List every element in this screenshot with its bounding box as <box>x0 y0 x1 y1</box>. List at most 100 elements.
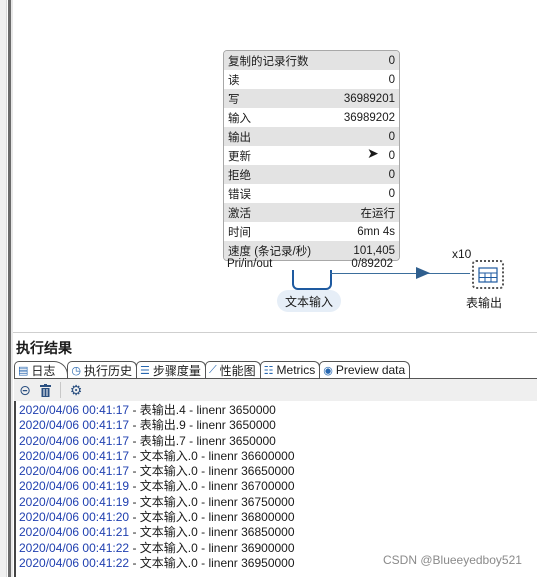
watermark: CSDN @Blueeyedboy521 <box>383 553 522 567</box>
log-time: 2020/04/06 00:41:17 <box>19 403 130 417</box>
stat-row: 写 36989201 <box>224 89 399 108</box>
settings-gear-icon[interactable]: ⚙ <box>68 382 84 398</box>
log-message: - 文本输入.0 - linenr 36650000 <box>129 464 295 479</box>
stat-value: 36989202 <box>343 111 395 124</box>
left-panel-edge <box>0 0 7 577</box>
stat-label: 错误 <box>228 188 251 201</box>
log-time: 2020/04/06 00:41:17 <box>19 464 130 479</box>
log-message: - 文本输入.0 - linenr 36750000 <box>129 494 295 509</box>
stat-label: 激活 <box>228 207 251 220</box>
tab-metrics[interactable]: ☷ Metrics <box>259 361 321 378</box>
mouse-cursor-icon: ➤ <box>367 145 379 161</box>
log-icon: ▤ <box>18 364 29 377</box>
table-output-icon[interactable] <box>472 260 504 289</box>
stat-row: 错误 0 <box>224 184 399 203</box>
log-message: - 文本输入.0 - linenr 36900000 <box>129 540 295 555</box>
performance-chart-icon: ⟋ <box>208 363 217 376</box>
stat-value: 在运行 <box>360 207 396 220</box>
log-line: 2020/04/06 00:41:17 - 表输出.7 - linenr 365… <box>19 434 537 449</box>
stat-label: 复制的记录行数 <box>228 55 309 68</box>
log-time: 2020/04/06 00:41:19 <box>19 479 130 494</box>
stat-row: 激活 在运行 <box>224 203 399 222</box>
tab-performance[interactable]: ⟋ 性能图 <box>204 361 261 378</box>
tab-step-metrics[interactable]: ☰ 步骤度量 <box>136 361 206 378</box>
log-line: 2020/04/06 00:41:17 - 表输出.4 - linenr 365… <box>19 403 537 418</box>
tab-label: 执行历史 <box>84 363 133 378</box>
results-title: 执行结果 <box>16 340 72 356</box>
stat-label: 输出 <box>228 131 251 144</box>
stat-value: 6mn 4s <box>357 225 395 238</box>
tab-label: 性能图 <box>219 363 256 378</box>
stat-label: 写 <box>228 93 240 106</box>
pri-in-out-row: Pri/in/out 0/89202 <box>227 258 393 270</box>
stat-row: 读0 <box>224 70 399 89</box>
log-time: 2020/04/06 00:41:17 <box>19 418 130 433</box>
log-message: - 文本输入.0 - linenr 36600000 <box>129 448 295 463</box>
stat-label: 时间 <box>228 226 251 239</box>
stat-value: 0 <box>388 54 395 67</box>
stat-label: 速度 (条记录/秒) <box>228 245 312 258</box>
log-line: 2020/04/06 00:41:21 - 文本输入.0 - linenr 36… <box>19 525 537 540</box>
log-message: - 表输出.7 - linenr 3650000 <box>129 433 276 448</box>
stat-row: 输入 36989202 <box>224 108 399 127</box>
log-message: - 表输出.9 - linenr 3650000 <box>129 418 276 433</box>
log-time: 2020/04/06 00:41:22 <box>19 540 130 555</box>
stat-value: 0 <box>388 187 395 200</box>
log-time: 2020/04/06 00:41:22 <box>19 555 130 570</box>
tab-label: 日志 <box>31 363 56 378</box>
stat-value: 0 <box>388 73 395 86</box>
history-icon: ◷ <box>71 364 82 377</box>
tab-history[interactable]: ◷ 执行历史 <box>67 361 138 378</box>
metrics-icon: ☷ <box>263 364 274 377</box>
pri-value: 0/89202 <box>351 258 393 270</box>
log-line: 2020/04/06 00:41:17 - 文本输入.0 - linenr 36… <box>19 464 537 479</box>
toolbar-separator <box>60 382 61 398</box>
log-line: 2020/04/06 00:41:17 - 表输出.9 - linenr 365… <box>19 418 537 433</box>
clear-log-icon[interactable]: ⊝ <box>17 382 33 398</box>
step-metrics-icon: ☰ <box>140 364 150 377</box>
hop-arrow-icon <box>416 267 430 279</box>
source-step-label[interactable]: 文本输入 <box>277 290 341 312</box>
stat-row: 拒绝 0 <box>224 165 399 184</box>
results-tabbar: ▤ 日志 ◷ 执行历史 ☰ 步骤度量 ⟋ 性能图 ☷ Metrics ◉ Preview d… <box>14 360 537 379</box>
copies-badge: x10 <box>452 247 472 261</box>
log-toolbar: ⊝ ⚙ <box>14 379 537 401</box>
log-message: - 文本输入.0 - linenr 36950000 <box>129 555 295 570</box>
trash-icon[interactable] <box>37 382 53 398</box>
log-time: 2020/04/06 00:41:19 <box>19 494 130 509</box>
stat-label: 读 <box>228 74 240 87</box>
log-line: 2020/04/06 00:41:17 - 文本输入.0 - linenr 36… <box>19 449 537 464</box>
stat-label: 输入 <box>228 112 251 125</box>
stat-value: 0 <box>388 149 395 162</box>
stat-row: 输出 0 <box>224 127 399 146</box>
log-message: - 文本输入.0 - linenr 36800000 <box>129 510 295 525</box>
tab-label: Metrics <box>276 363 316 377</box>
pri-label: Pri/in/out <box>227 258 273 270</box>
log-line: 2020/04/06 00:41:19 - 文本输入.0 - linenr 36… <box>19 479 537 494</box>
log-panel[interactable]: 2020/04/06 00:41:17 - 表输出.4 - linenr 365… <box>14 401 537 577</box>
log-time: 2020/04/06 00:41:20 <box>19 510 130 525</box>
preview-eye-icon: ◉ <box>323 364 333 377</box>
log-time: 2020/04/06 00:41:17 <box>19 448 130 463</box>
hop-connector[interactable] <box>330 273 470 274</box>
tab-log[interactable]: ▤ 日志 <box>14 361 69 378</box>
log-message: - 文本输入.0 - linenr 36700000 <box>129 479 295 494</box>
stat-label: 拒绝 <box>228 169 251 182</box>
stat-value: 0 <box>388 168 395 181</box>
stat-value: 101,405 <box>353 244 395 257</box>
stat-label: 更新 <box>228 150 251 163</box>
log-time: 2020/04/06 00:41:21 <box>19 525 130 540</box>
log-line: 2020/04/06 00:41:20 - 文本输入.0 - linenr 36… <box>19 510 537 525</box>
stat-row: 时间 6mn 4s <box>224 222 399 241</box>
stat-row: 复制的记录行数 0 <box>224 51 399 70</box>
tab-preview-data[interactable]: ◉ Preview data <box>319 361 411 378</box>
tab-label: 步骤度量 <box>152 363 201 378</box>
log-message: - 文本输入.0 - linenr 36850000 <box>129 525 295 540</box>
target-step-label[interactable]: 表输出 <box>466 294 502 311</box>
log-time: 2020/04/06 00:41:17 <box>19 433 130 448</box>
stat-value: 36989201 <box>343 92 395 105</box>
text-file-input-icon[interactable] <box>292 270 332 290</box>
log-line: 2020/04/06 00:41:19 - 文本输入.0 - linenr 36… <box>19 495 537 510</box>
stat-value: 0 <box>388 130 395 143</box>
log-message: - 表输出.4 - linenr 3650000 <box>129 403 276 417</box>
